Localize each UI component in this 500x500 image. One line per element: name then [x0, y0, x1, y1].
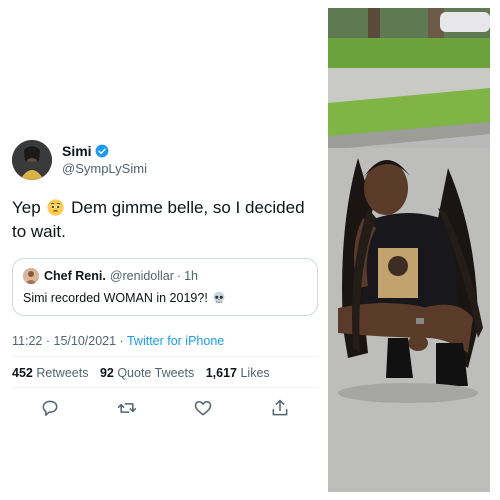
face-with-pleading-eyes-icon: [47, 199, 64, 216]
woman-photo: [328, 8, 490, 492]
quoted-author-handle: @renidollar: [109, 269, 174, 283]
divider: [12, 356, 318, 357]
tweet-actions: [12, 396, 318, 420]
tweet-stats: 452 Retweets 92 Quote Tweets 1,617 Likes: [12, 366, 278, 380]
tweet-author[interactable]: Simi @SympLySimi: [12, 140, 147, 180]
divider: [12, 387, 318, 388]
retweets-stat[interactable]: 452 Retweets: [12, 366, 88, 380]
quote-tweets-stat[interactable]: 92 Quote Tweets: [100, 366, 194, 380]
tweet-date[interactable]: 15/10/2021: [54, 334, 117, 348]
tweet-source-link[interactable]: Twitter for iPhone: [127, 334, 224, 348]
likes-stat[interactable]: 1,617 Likes: [206, 366, 270, 380]
quoted-separator: ·: [176, 269, 182, 283]
tweet-meta: 11:22 · 15/10/2021 · Twitter for iPhone: [12, 334, 224, 348]
meta-separator: ·: [45, 334, 51, 348]
tweet-text-part1: Yep: [12, 198, 41, 217]
quoted-time: 1h: [184, 269, 198, 283]
quoted-author-name: Chef Reni.: [44, 269, 106, 283]
quoted-avatar: [23, 268, 39, 284]
tweet-text: Yep Dem gimme belle, so I decided to wai…: [12, 196, 322, 244]
author-name[interactable]: Simi: [62, 142, 92, 160]
author-handle[interactable]: @SympLySimi: [62, 160, 147, 178]
share-icon[interactable]: [268, 396, 292, 420]
meta-separator: ·: [119, 334, 124, 348]
quoted-tweet[interactable]: Chef Reni. @renidollar · 1h Simi recorde…: [12, 258, 318, 316]
tweet-time[interactable]: 11:22: [12, 334, 42, 348]
skull-icon: [212, 291, 226, 305]
like-icon[interactable]: [191, 396, 215, 420]
retweet-icon[interactable]: [115, 396, 139, 420]
verified-badge-icon: [95, 144, 109, 158]
avatar[interactable]: [12, 140, 52, 180]
reply-icon[interactable]: [38, 396, 62, 420]
tweet-card: Simi @SympLySimi Yep Dem gimme belle, so…: [0, 0, 328, 500]
quoted-text: Simi recorded WOMAN in 2019?!: [23, 291, 208, 305]
